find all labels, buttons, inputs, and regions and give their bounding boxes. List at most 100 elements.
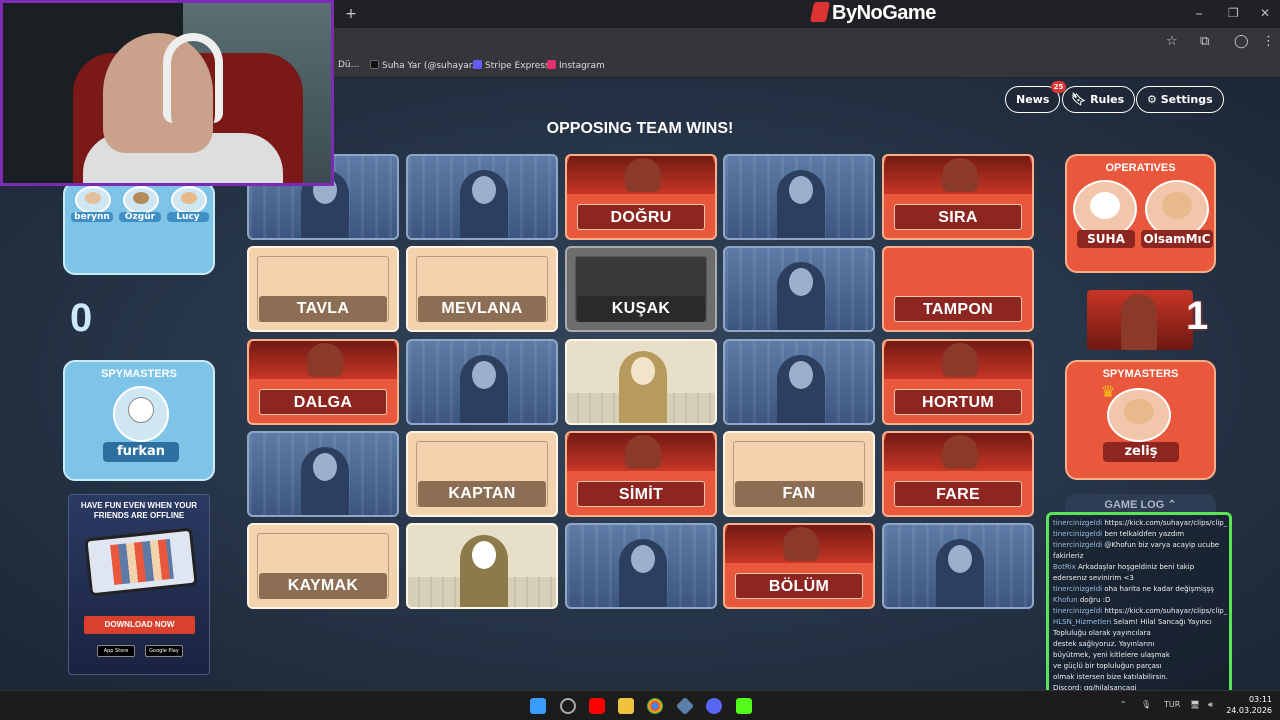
agent-portrait — [777, 170, 825, 238]
bookmark-star-icon[interactable]: ☆ — [1166, 34, 1178, 49]
extensions-icon[interactable]: ⧉ — [1200, 34, 1209, 49]
word-card[interactable]: KAPTAN — [406, 431, 558, 517]
word-card[interactable]: FARE — [882, 431, 1034, 517]
chat-message: tinercinizgeldi https://kick.com/suhayar… — [1053, 607, 1227, 615]
volume-icon[interactable]: 🔊︎ — [1208, 700, 1213, 710]
blue-operatives-panel: berynn Özgür Lucy — [63, 182, 215, 275]
card-word: FAN — [735, 481, 863, 507]
chat-message: olmak istersen bize katılabilirsin. — [1053, 673, 1227, 681]
word-card[interactable]: DOĞRU — [565, 154, 717, 240]
word-card[interactable] — [723, 339, 875, 425]
microphone-icon[interactable]: 🎙︎ — [1141, 700, 1151, 709]
agent-portrait — [783, 527, 819, 561]
chat-username: HLSN_Hizmetleri — [1053, 618, 1112, 626]
speed-dial-icon[interactable] — [560, 698, 576, 714]
clock[interactable]: 03:11 24.03.2026 — [1226, 694, 1272, 716]
card-word: HORTUM — [894, 389, 1022, 415]
browser-menu-icon[interactable]: ⋮ — [1262, 34, 1275, 49]
chat-text: edersenız sevinirim <3 — [1053, 574, 1134, 582]
word-card[interactable]: KAYMAK — [247, 523, 399, 609]
agent-portrait — [942, 343, 978, 377]
avatar — [123, 186, 159, 214]
chat-message: tinercinizgeldi @Khofun biz varya acayip… — [1053, 541, 1227, 549]
word-card[interactable] — [565, 523, 717, 609]
word-card[interactable]: DALGA — [247, 339, 399, 425]
word-card[interactable] — [723, 246, 875, 332]
word-card[interactable] — [723, 154, 875, 240]
word-card[interactable] — [565, 339, 717, 425]
profile-icon[interactable]: ◯ — [1234, 34, 1249, 49]
operative-name: berynn — [71, 212, 113, 222]
bookmark-item[interactable]: Dü... — [338, 60, 359, 70]
new-tab-button[interactable]: + — [335, 0, 367, 28]
settings-button[interactable]: ⚙ Settings — [1136, 86, 1224, 113]
chat-message: tinercinizgeldi oha harita ne kadar deği… — [1053, 585, 1227, 593]
bookmark-item[interactable]: Suha Yar (@suhayar... — [370, 60, 480, 71]
stream-chat-overlay: tinercinizgeldi https://kick.com/suhayar… — [1046, 512, 1232, 696]
chat-text: fakirleriz — [1053, 552, 1084, 560]
stripe-icon — [473, 60, 482, 69]
chrome-icon[interactable] — [647, 698, 663, 714]
agent-portrait — [307, 343, 343, 377]
chat-message: büyütmek, yeni kitlelere ulaşmak — [1053, 651, 1227, 659]
red-score: 1 — [1186, 294, 1209, 338]
agent-portrait — [460, 355, 508, 423]
news-button[interactable]: News 25 — [1005, 81, 1067, 113]
word-card[interactable]: MEVLANA — [406, 246, 558, 332]
word-card[interactable]: KUŞAK — [565, 246, 717, 332]
chat-username: tinercinizgeldi — [1053, 519, 1103, 527]
word-card[interactable]: SIRA — [882, 154, 1034, 240]
gear-icon: ⚙ — [1147, 93, 1157, 106]
chat-text: olmak istersen bize katılabilirsin. — [1053, 673, 1168, 681]
agent-portrait — [777, 262, 825, 330]
word-card[interactable]: TAVLA — [247, 246, 399, 332]
word-card[interactable] — [406, 154, 558, 240]
word-card[interactable] — [247, 431, 399, 517]
kick-icon[interactable] — [736, 698, 752, 714]
language-indicator[interactable]: TUR — [1164, 700, 1180, 709]
rules-button[interactable]: 🔖︎ Rules — [1062, 86, 1136, 113]
download-button[interactable]: DOWNLOAD NOW — [84, 616, 195, 634]
crown-icon: ♛ — [1101, 382, 1116, 401]
chat-username: tinercinizgeldi — [1053, 541, 1103, 549]
chat-message: destek sağlıyoruz. Yayınlarını — [1053, 640, 1227, 648]
chat-username: tinercinizgeldi — [1053, 607, 1103, 615]
operative-name: OlsamMıC — [1141, 230, 1213, 248]
chat-text: doğru :D — [1079, 596, 1111, 604]
agent-portrait — [460, 170, 508, 238]
chevron-up-icon[interactable]: ⌃ — [1120, 700, 1127, 709]
chat-text: büyütmek, yeni kitlelere ulaşmak — [1053, 651, 1170, 659]
chat-message: fakirleriz — [1053, 552, 1227, 560]
close-window-button[interactable]: ✕ — [1260, 6, 1270, 20]
word-card[interactable]: FAN — [723, 431, 875, 517]
app-icon[interactable] — [675, 696, 695, 716]
start-menu-icon[interactable] — [530, 698, 546, 714]
word-card[interactable] — [406, 523, 558, 609]
app-store-badge[interactable]: App Store — [97, 645, 135, 657]
chevron-up-icon: ⌃ — [1167, 499, 1177, 511]
google-play-badge[interactable]: Google Play — [145, 645, 183, 657]
minimize-button[interactable]: ⎯ — [1196, 6, 1202, 21]
discord-icon[interactable] — [706, 698, 722, 714]
windows-taskbar: ⌃ 🎙︎ TUR 🖥︎ 🔊︎ 03:11 24.03.2026 — [0, 690, 1280, 720]
word-card[interactable]: TAMPON — [882, 246, 1034, 332]
word-card[interactable]: HORTUM — [882, 339, 1034, 425]
word-card[interactable]: BÖLÜM — [723, 523, 875, 609]
word-card[interactable] — [882, 523, 1034, 609]
word-card[interactable] — [406, 339, 558, 425]
webcam-overlay — [0, 0, 334, 186]
bookmark-item[interactable]: Stripe Express — [473, 60, 550, 71]
chat-message: ve güçlü bir topluluğun parçası — [1053, 662, 1227, 670]
agent-portrait — [619, 539, 667, 607]
file-explorer-icon[interactable] — [618, 698, 634, 714]
bookmark-item[interactable]: Instagram — [547, 60, 605, 71]
youtube-icon[interactable] — [589, 698, 605, 714]
card-word: KUŞAK — [577, 296, 705, 322]
agent-portrait — [777, 355, 825, 423]
red-revealed-agent-card — [1087, 290, 1193, 350]
word-card[interactable]: SİMİT — [565, 431, 717, 517]
network-icon[interactable]: 🖥︎ — [1190, 700, 1200, 709]
chat-text: ve güçlü bir topluluğun parçası — [1053, 662, 1162, 670]
chat-username: Khofun — [1053, 596, 1078, 604]
maximize-button[interactable]: ❐ — [1228, 6, 1239, 20]
